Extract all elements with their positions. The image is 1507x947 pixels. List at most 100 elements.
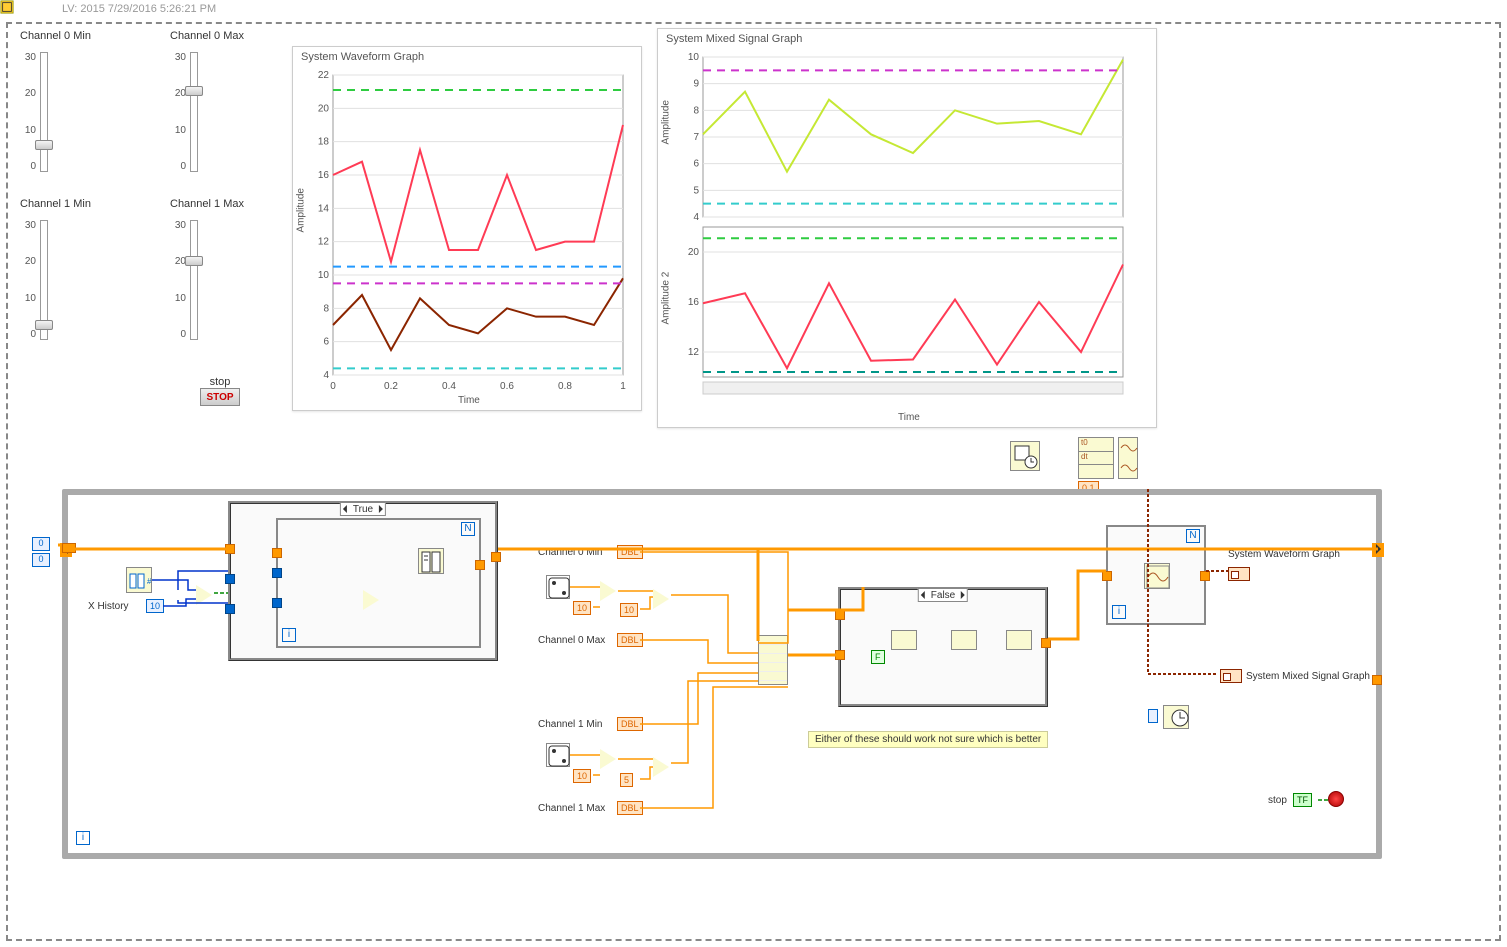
x-history-label: X History bbox=[88, 601, 129, 612]
ch1min-terminal: DBL bbox=[617, 717, 643, 731]
stop-label: stop bbox=[200, 376, 240, 388]
slider-label: Channel 0 Max bbox=[170, 30, 300, 42]
svg-text:16: 16 bbox=[688, 297, 700, 308]
slider-control[interactable]: 3020100 bbox=[170, 220, 230, 340]
svg-text:7: 7 bbox=[693, 132, 699, 143]
slider-label: Channel 1 Min bbox=[20, 198, 150, 210]
svg-text:4: 4 bbox=[323, 370, 329, 381]
slider-control[interactable]: 3020100 bbox=[20, 52, 80, 172]
ch1max-label: Channel 1 Max bbox=[538, 803, 605, 814]
slider-control[interactable]: 3020100 bbox=[170, 52, 230, 172]
ch0max-label: Channel 0 Max bbox=[538, 635, 605, 646]
stop-terminal-label: stop bbox=[1268, 795, 1287, 806]
chart-title: System Mixed Signal Graph bbox=[658, 29, 1156, 45]
transpose-node bbox=[951, 630, 977, 650]
y-axis-label: Amplitude bbox=[296, 188, 307, 232]
svg-text:5: 5 bbox=[693, 185, 699, 196]
while-loop-main: i # X History 10 True N i bbox=[62, 489, 1382, 859]
svg-text:10: 10 bbox=[688, 52, 700, 63]
get-time-node bbox=[1010, 441, 1040, 471]
svg-text:0.8: 0.8 bbox=[558, 381, 572, 392]
case-selector[interactable]: True bbox=[340, 502, 386, 516]
arrow-right-icon bbox=[22, 2, 36, 16]
slider-label: Channel 0 Min bbox=[20, 30, 150, 42]
x-axis-label: Time bbox=[458, 395, 480, 406]
for-n-terminal: N bbox=[1186, 529, 1200, 543]
slider-label: Channel 1 Max bbox=[170, 198, 300, 210]
for-i-terminal: i bbox=[1112, 605, 1126, 619]
svg-text:12: 12 bbox=[318, 237, 330, 248]
svg-text:9: 9 bbox=[693, 79, 699, 90]
chart-title: System Waveform Graph bbox=[293, 47, 641, 63]
svg-text:0.4: 0.4 bbox=[442, 381, 456, 392]
slider-ch1-max: Channel 1 Max 3020100 bbox=[170, 198, 300, 368]
false-constant: F bbox=[871, 650, 885, 664]
x-history-constant: 10 bbox=[146, 599, 164, 613]
ch1min-label: Channel 1 Min bbox=[538, 719, 602, 730]
build-array-node-2 bbox=[1006, 630, 1032, 650]
svg-text:1: 1 bbox=[620, 381, 626, 392]
svg-text:18: 18 bbox=[318, 137, 330, 148]
loop-condition-terminal bbox=[1328, 791, 1344, 807]
waveform-graph-ind-label: System Waveform Graph bbox=[1228, 549, 1340, 560]
random-number-node bbox=[546, 575, 570, 599]
title-text: LV: 2015 7/29/2016 5:26:21 PM bbox=[62, 3, 216, 15]
constant-5: 5 bbox=[620, 773, 633, 787]
ch0min-terminal: DBL bbox=[617, 545, 643, 559]
y-axis2-label: Amplitude 2 bbox=[661, 272, 672, 325]
svg-text:12: 12 bbox=[688, 347, 700, 358]
svg-text:16: 16 bbox=[318, 170, 330, 181]
multiply-node bbox=[600, 581, 626, 601]
greater-than-node bbox=[196, 585, 222, 605]
delete-from-array-node bbox=[418, 548, 444, 574]
titlebar: LV: 2015 7/29/2016 5:26:21 PM bbox=[0, 0, 1507, 18]
multiply-node-2 bbox=[600, 749, 626, 769]
svg-text:#: # bbox=[147, 577, 152, 586]
iteration-terminal: i bbox=[76, 831, 90, 845]
add-node-2 bbox=[653, 757, 679, 777]
mixed-graph-indicator bbox=[1220, 669, 1242, 683]
slider-ch1-min: Channel 1 Min 3020100 bbox=[20, 198, 150, 368]
add-node bbox=[653, 589, 679, 609]
constant-10-b: 10 bbox=[620, 603, 638, 617]
ch0max-terminal: DBL bbox=[617, 633, 643, 647]
front-panel-area: Channel 0 Min 3020100 Channel 0 Max 3020… bbox=[12, 28, 1167, 433]
comment-label: Either of these should work not sure whi… bbox=[808, 731, 1048, 748]
mixed-graph-ind-label: System Mixed Signal Graph bbox=[1246, 671, 1370, 682]
svg-text:8: 8 bbox=[323, 303, 329, 314]
build-waveform-subvi bbox=[1144, 563, 1170, 589]
y-axis-label: Amplitude bbox=[661, 100, 672, 144]
case-selector[interactable]: False bbox=[918, 588, 968, 602]
svg-text:20: 20 bbox=[318, 103, 330, 114]
build-array-node bbox=[758, 635, 788, 685]
ch1max-terminal: DBL bbox=[617, 801, 643, 815]
constant-10-c: 10 bbox=[573, 769, 591, 783]
array-size-node: # bbox=[126, 567, 152, 593]
mixed-signal-graph[interactable]: System Mixed Signal Graph 10987654201612… bbox=[657, 28, 1157, 428]
tunnel-indexed bbox=[62, 543, 76, 553]
init-array-0: 0 bbox=[32, 537, 50, 551]
constant-10: 10 bbox=[573, 601, 591, 615]
waveform-graph-indicator bbox=[1228, 567, 1250, 581]
svg-text:10: 10 bbox=[318, 270, 330, 281]
panel-icon bbox=[40, 2, 54, 16]
svg-text:6: 6 bbox=[323, 337, 329, 348]
tunnel bbox=[1372, 675, 1382, 685]
build-waveform-node: t0 dt bbox=[1078, 437, 1114, 479]
wait-const bbox=[1148, 709, 1158, 723]
waveform-graph[interactable]: System Waveform Graph 222018161412108640… bbox=[292, 46, 642, 411]
svg-text:22: 22 bbox=[318, 70, 330, 81]
shift-reg-right bbox=[1372, 543, 1384, 557]
slider-control[interactable]: 3020100 bbox=[20, 220, 80, 340]
svg-text:6: 6 bbox=[693, 159, 699, 170]
case-structure-false: False F bbox=[838, 587, 1048, 707]
subtract-node bbox=[363, 590, 389, 610]
wait-ms-node bbox=[1163, 705, 1189, 729]
random-number-node-2 bbox=[546, 743, 570, 767]
stop-button[interactable]: STOP bbox=[200, 388, 240, 406]
hand-icon bbox=[4, 2, 18, 16]
for-n-terminal: N bbox=[461, 522, 475, 536]
ch0min-label: Channel 0 Min bbox=[538, 547, 602, 558]
slider-ch0-max: Channel 0 Max 3020100 bbox=[170, 30, 300, 200]
svg-text:0.6: 0.6 bbox=[500, 381, 514, 392]
